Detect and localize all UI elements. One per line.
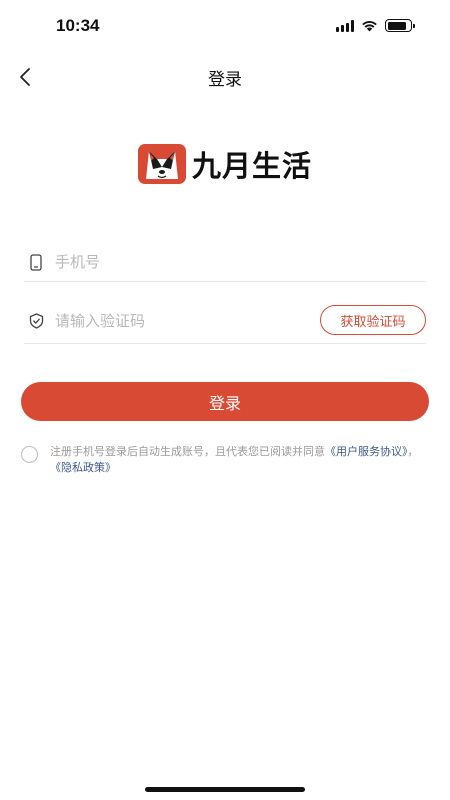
battery-icon bbox=[385, 19, 415, 32]
agreement: 注册手机号登录后自动生成账号，且代表您已阅读并同意《用户服务协议》， 《隐私政策》 bbox=[21, 444, 431, 476]
brand-name: 九月生活 bbox=[191, 149, 312, 183]
agreement-statement: 注册手机号登录后自动生成账号，且代表您已阅读并同意 bbox=[50, 445, 325, 458]
code-field: 获取验证码 bbox=[24, 299, 426, 344]
phone-field bbox=[24, 243, 426, 282]
brand: 九月生活 bbox=[0, 143, 450, 185]
status-icons bbox=[336, 19, 415, 32]
status-time: 10:34 bbox=[56, 16, 100, 35]
login-button[interactable]: 登录 bbox=[21, 382, 429, 421]
agreement-separator: ， bbox=[407, 445, 419, 458]
cellular-signal-icon bbox=[336, 19, 354, 32]
status-bar: 10:34 bbox=[0, 0, 450, 54]
phone-icon bbox=[26, 252, 46, 272]
phone-input[interactable] bbox=[55, 253, 295, 271]
privacy-policy-link[interactable]: 《隐私政策》 bbox=[50, 461, 116, 474]
get-code-button[interactable]: 获取验证码 bbox=[320, 305, 426, 335]
husky-dog-logo-icon bbox=[137, 144, 186, 184]
nav-bar: 登录 bbox=[0, 56, 450, 96]
home-indicator[interactable] bbox=[145, 787, 305, 792]
user-agreement-link[interactable]: 《用户服务协议》 bbox=[325, 445, 408, 458]
agreement-text: 注册手机号登录后自动生成账号，且代表您已阅读并同意《用户服务协议》， 《隐私政策》 bbox=[50, 444, 431, 476]
page-title: 登录 bbox=[208, 70, 242, 90]
shield-check-icon bbox=[26, 311, 46, 331]
agreement-checkbox[interactable] bbox=[21, 446, 38, 463]
wifi-icon bbox=[362, 20, 377, 31]
verification-code-input[interactable] bbox=[55, 312, 295, 330]
